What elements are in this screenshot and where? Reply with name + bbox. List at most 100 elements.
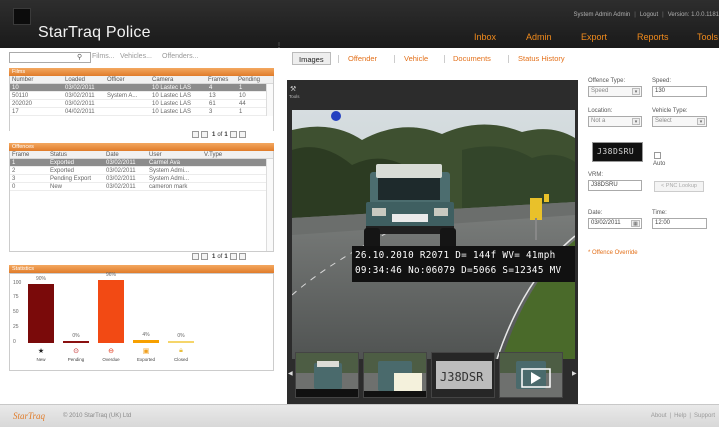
offence-type-select[interactable]: Speed ▾ xyxy=(588,86,642,97)
thumbnail[interactable] xyxy=(295,352,359,398)
col-header[interactable]: Loaded xyxy=(65,76,85,84)
thumbs-prev-arrow[interactable]: ◀ xyxy=(288,370,293,377)
page-number: 1 xyxy=(212,253,216,260)
table-row[interactable]: 50110 03/02/2011 System A... 10 Lastec L… xyxy=(10,92,273,100)
search-row: ⚲ Films... Vehicles... Offenders... xyxy=(9,52,274,64)
prev-page-button[interactable] xyxy=(201,253,208,260)
help-link[interactable]: Help xyxy=(674,413,686,419)
export-icon: ▣ xyxy=(142,348,150,355)
plate-crop-text: J38DSRU xyxy=(597,147,635,156)
col-header[interactable]: V.Type xyxy=(204,151,222,159)
search-icon[interactable]: ⚲ xyxy=(77,53,82,61)
col-header[interactable]: Frames xyxy=(208,76,228,84)
col-header[interactable]: Status xyxy=(50,151,67,159)
tab-documents[interactable]: Documents xyxy=(453,52,491,65)
table-row[interactable]: 0 New 03/02/2011 cameron mark xyxy=(10,183,273,191)
first-page-button[interactable] xyxy=(192,131,199,138)
offence-override-link[interactable]: * Offence Override xyxy=(588,250,638,256)
offences-scrollbar[interactable] xyxy=(266,159,273,251)
cell: New xyxy=(50,184,63,190)
nav-reports[interactable]: Reports xyxy=(637,32,669,42)
nav-tools[interactable]: Tools xyxy=(697,32,718,42)
filter-vehicles[interactable]: Vehicles... xyxy=(120,53,152,60)
table-row[interactable]: 2 Exported 03/02/2011 System Admi... xyxy=(10,167,273,175)
version-text: Version: 1.0.0.1181 xyxy=(667,12,719,18)
y-tick: 75 xyxy=(13,294,19,300)
vehicle-type-select[interactable]: Select ▾ xyxy=(652,116,707,127)
next-page-button[interactable] xyxy=(229,131,237,138)
time-field[interactable]: 12:00 xyxy=(652,218,707,229)
col-header[interactable]: Number xyxy=(12,76,33,84)
nav-admin[interactable]: Admin xyxy=(526,32,552,42)
first-page-button[interactable] xyxy=(192,253,199,260)
cell: 03/02/2011 xyxy=(106,176,136,182)
table-row[interactable]: 10 03/02/2011 10 Lastec LAS 4 1 xyxy=(10,84,273,92)
statistics-chart: 100 75 50 25 0 90% ★ New 0% ⊙ Pending 96% ⊖ Over… xyxy=(9,272,274,371)
films-pager: 1 of 1 xyxy=(192,131,248,140)
page-total: 1 xyxy=(224,131,228,138)
films-scrollbar[interactable] xyxy=(266,84,273,116)
logout-link[interactable]: Logout xyxy=(640,12,658,18)
thumbnail[interactable] xyxy=(363,352,427,398)
footer-logo: StarTraq xyxy=(13,411,46,421)
last-page-button[interactable] xyxy=(238,253,246,260)
stat-bar-pending[interactable] xyxy=(63,341,89,343)
date-field[interactable]: 03/02/2011 ▦ xyxy=(588,218,642,229)
speed-field[interactable]: 130 xyxy=(652,86,707,97)
tools-icon[interactable]: ⚒ xyxy=(290,85,296,93)
thumbs-next-arrow[interactable]: ▶ xyxy=(572,370,577,377)
thumbnail[interactable]: J38DSR xyxy=(431,352,495,398)
footer-copyright: © 2010 StarTraq (UK) Ltd xyxy=(63,413,132,419)
nav-export[interactable]: Export xyxy=(581,32,607,42)
tab-images[interactable]: Images xyxy=(292,52,331,65)
col-header[interactable]: Pending xyxy=(238,76,260,84)
cell: 10 Lastec LAS xyxy=(152,93,192,99)
thumbnail-video[interactable] xyxy=(499,352,563,398)
auto-checkbox[interactable] xyxy=(654,152,661,159)
cell: System Admi... xyxy=(149,176,190,182)
cell: 04/02/2011 xyxy=(65,109,95,115)
col-header[interactable]: User xyxy=(149,151,162,159)
stat-bar-overdue[interactable] xyxy=(98,279,124,343)
col-header[interactable]: Date xyxy=(106,151,119,159)
table-row[interactable]: 3 Pending Export 03/02/2011 System Admi.… xyxy=(10,175,273,183)
offences-pager: 1 of 1 xyxy=(192,253,248,262)
support-link[interactable]: Support xyxy=(694,413,715,419)
cell: 1 xyxy=(239,109,243,115)
tab-vehicle[interactable]: Vehicle xyxy=(404,52,428,65)
cell: 10 Lastec LAS xyxy=(152,109,192,115)
table-row[interactable]: 202020 03/02/2011 10 Lastec LAS 61 44 xyxy=(10,100,273,108)
col-header[interactable]: Frame xyxy=(12,151,29,159)
cell: 61 xyxy=(209,101,216,107)
time-label: Time: xyxy=(652,210,667,216)
cell: 202020 xyxy=(12,101,33,107)
filter-offenders[interactable]: Offenders... xyxy=(162,53,198,60)
vrm-label: VRM: xyxy=(588,172,603,178)
evidence-photo[interactable]: 26.10.2010 R2071 D= 144f WV= 41mph 09:34… xyxy=(292,110,575,359)
col-header[interactable]: Officer xyxy=(107,76,125,84)
table-row[interactable]: 1 Exported 03/02/2011 Carmel Ava xyxy=(10,159,273,167)
filter-films[interactable]: Films... xyxy=(92,53,115,60)
offence-form: Offence Type: Speed ▾ Speed: 130 Location… xyxy=(588,78,718,268)
about-link[interactable]: About xyxy=(651,413,667,419)
stat-bar-exported[interactable] xyxy=(133,340,159,343)
stat-bar-closed[interactable] xyxy=(168,341,194,343)
last-page-button[interactable] xyxy=(238,131,246,138)
cell: Exported xyxy=(50,160,75,166)
y-tick: 50 xyxy=(13,309,19,315)
nav-inbox[interactable]: Inbox xyxy=(474,32,496,42)
col-header[interactable]: Camera xyxy=(152,76,173,84)
panel-splitter[interactable]: ⋮ xyxy=(276,42,282,58)
next-page-button[interactable] xyxy=(229,253,237,260)
calendar-icon[interactable]: ▦ xyxy=(631,220,640,227)
vrm-field[interactable]: J38DSRU xyxy=(588,180,642,191)
cell: 03/02/2011 xyxy=(65,85,95,91)
cell: 3 xyxy=(209,109,213,115)
pnc-lookup-button[interactable]: < PNC Lookup xyxy=(654,181,704,192)
stat-bar-new[interactable] xyxy=(28,283,54,343)
prev-page-button[interactable] xyxy=(201,131,208,138)
tab-offender[interactable]: Offender xyxy=(348,52,377,65)
location-select[interactable]: Not a ▾ xyxy=(588,116,642,127)
tab-status-history[interactable]: Status History xyxy=(518,52,565,65)
table-row[interactable]: 17 04/02/2011 10 Lastec LAS 3 1 xyxy=(10,108,273,116)
